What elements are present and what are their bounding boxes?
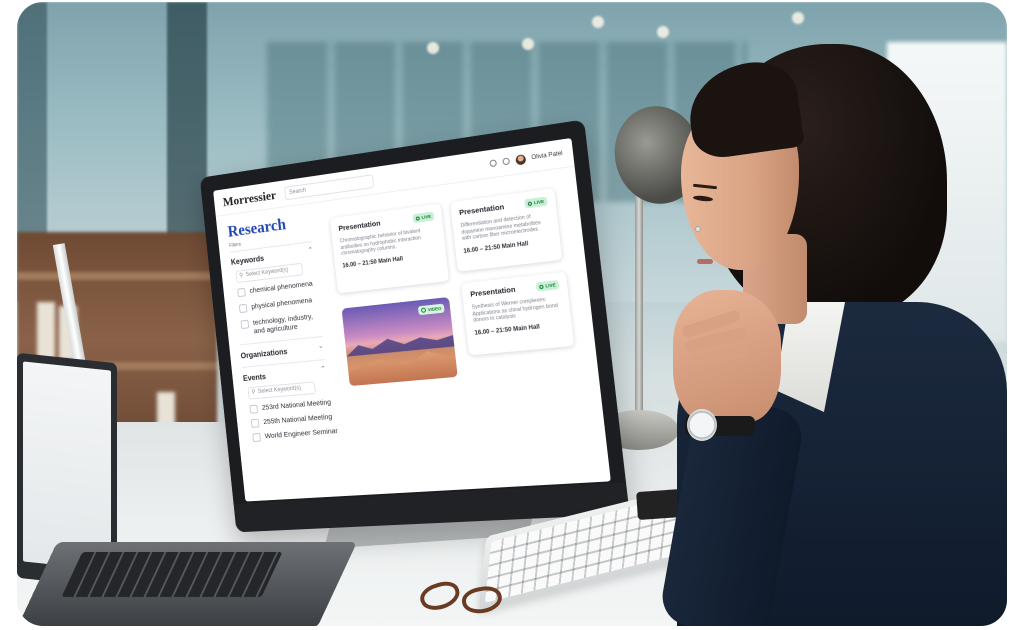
keyword-option-label: chemical phenomena xyxy=(249,278,313,295)
keyword-search-input[interactable]: ⚲ Select Keyword(s) xyxy=(235,262,304,284)
divider xyxy=(239,335,323,346)
avatar[interactable] xyxy=(514,153,526,166)
laptop-keyboard xyxy=(61,552,283,597)
chevron-up-icon[interactable]: ⌃ xyxy=(307,246,314,254)
live-badge-label: LIVE xyxy=(421,213,432,221)
search-icon: ⚲ xyxy=(251,389,256,396)
video-thumbnail-mountains xyxy=(345,329,454,357)
chat-icon[interactable] xyxy=(488,159,497,168)
live-badge-label: LIVE xyxy=(545,282,556,289)
ceiling-light xyxy=(792,12,804,24)
glasses-lens xyxy=(460,583,504,617)
event-search-input[interactable]: ⚲ Select Keyword(s) xyxy=(247,381,316,400)
ceiling-light xyxy=(427,42,439,54)
divider xyxy=(229,241,313,253)
monitor-screen: Morressier Search Olivia Patel Research … xyxy=(213,137,611,502)
eyeglasses xyxy=(412,577,512,617)
card-description: Differentiation and detection of dopamin… xyxy=(460,214,541,243)
topbar-actions: Olivia Patel xyxy=(488,148,563,169)
keyword-option-label: technology, industry, and agriculture xyxy=(252,311,314,336)
checkbox[interactable] xyxy=(238,303,248,314)
keyword-option-label: physical phenomena xyxy=(250,295,313,311)
woman-clasped-hands xyxy=(673,290,781,422)
laptop-base xyxy=(17,542,358,626)
ceiling-light xyxy=(657,26,669,38)
keyword-option[interactable]: technology, industry, and agriculture xyxy=(240,310,327,336)
presentation-card[interactable]: Presentation LIVE Chromatographic behavi… xyxy=(330,203,450,294)
woman-lips xyxy=(697,259,713,264)
event-option-label: 253rd National Meeting xyxy=(261,397,332,412)
video-badge-label: VIDEO xyxy=(427,305,442,313)
page-title: Research xyxy=(226,214,287,241)
card-time: 16.00 – 21:50 Main Hall xyxy=(474,324,541,337)
live-icon xyxy=(539,284,544,289)
video-badge: VIDEO xyxy=(417,303,445,316)
ceiling-light xyxy=(592,16,604,28)
video-card[interactable]: VIDEO xyxy=(341,296,458,387)
live-badge: LIVE xyxy=(535,279,560,292)
organizations-filter-title[interactable]: Organizations xyxy=(240,347,287,360)
checkbox[interactable] xyxy=(237,287,246,298)
search-input[interactable]: Search xyxy=(283,173,375,200)
event-option-label: 255th National Meeting xyxy=(262,412,333,426)
wristwatch-icon xyxy=(687,409,717,441)
checkbox[interactable] xyxy=(252,432,262,443)
checkbox[interactable] xyxy=(250,418,260,428)
event-option[interactable]: 253rd National Meeting xyxy=(249,397,335,414)
chevron-down-icon[interactable]: ⌄ xyxy=(318,342,324,350)
user-name[interactable]: Olivia Patel xyxy=(531,150,563,161)
laptop-display xyxy=(23,361,111,571)
live-icon xyxy=(527,200,533,206)
events-filter-title[interactable]: Events xyxy=(243,372,267,383)
glasses-lens xyxy=(416,577,464,615)
live-badge-label: LIVE xyxy=(533,198,545,206)
event-search-placeholder: Select Keyword(s) xyxy=(257,385,302,395)
keyword-search-placeholder: Select Keyword(s) xyxy=(245,267,289,279)
app-logo[interactable]: Morressier xyxy=(222,187,277,210)
live-badge: LIVE xyxy=(524,196,548,209)
event-option[interactable]: 255th National Meeting xyxy=(250,412,337,428)
search-icon: ⚲ xyxy=(239,272,244,279)
keywords-filter-title[interactable]: Keywords xyxy=(231,254,265,267)
office-photo: Morressier Search Olivia Patel Research … xyxy=(17,2,1007,626)
play-circle-icon xyxy=(420,307,427,313)
presentation-card[interactable]: Presentation LIVE Differentiation and de… xyxy=(450,188,563,272)
chevron-up-icon[interactable]: ⌃ xyxy=(320,365,326,373)
presentation-card[interactable]: Presentation LIVE Synthesis of Werner co… xyxy=(461,271,575,356)
event-option-label: World Engineer Seminar xyxy=(264,426,339,441)
desk-lamp-pole xyxy=(635,172,643,422)
card-description: Synthesis of Werner complexes: Applicati… xyxy=(471,296,559,324)
live-badge: LIVE xyxy=(412,211,435,224)
checkbox[interactable] xyxy=(249,404,259,414)
checkbox[interactable] xyxy=(240,319,250,330)
live-icon xyxy=(415,215,420,221)
monitor: Morressier Search Olivia Patel Research … xyxy=(199,119,630,533)
filters-label: Filters xyxy=(228,241,242,249)
bell-icon[interactable] xyxy=(501,157,510,166)
woman-earring xyxy=(695,226,701,232)
divider xyxy=(241,359,326,368)
keyword-option[interactable]: physical phenomena xyxy=(238,294,325,314)
event-option[interactable]: World Engineer Seminar xyxy=(252,426,339,443)
ceiling-light xyxy=(522,38,534,50)
